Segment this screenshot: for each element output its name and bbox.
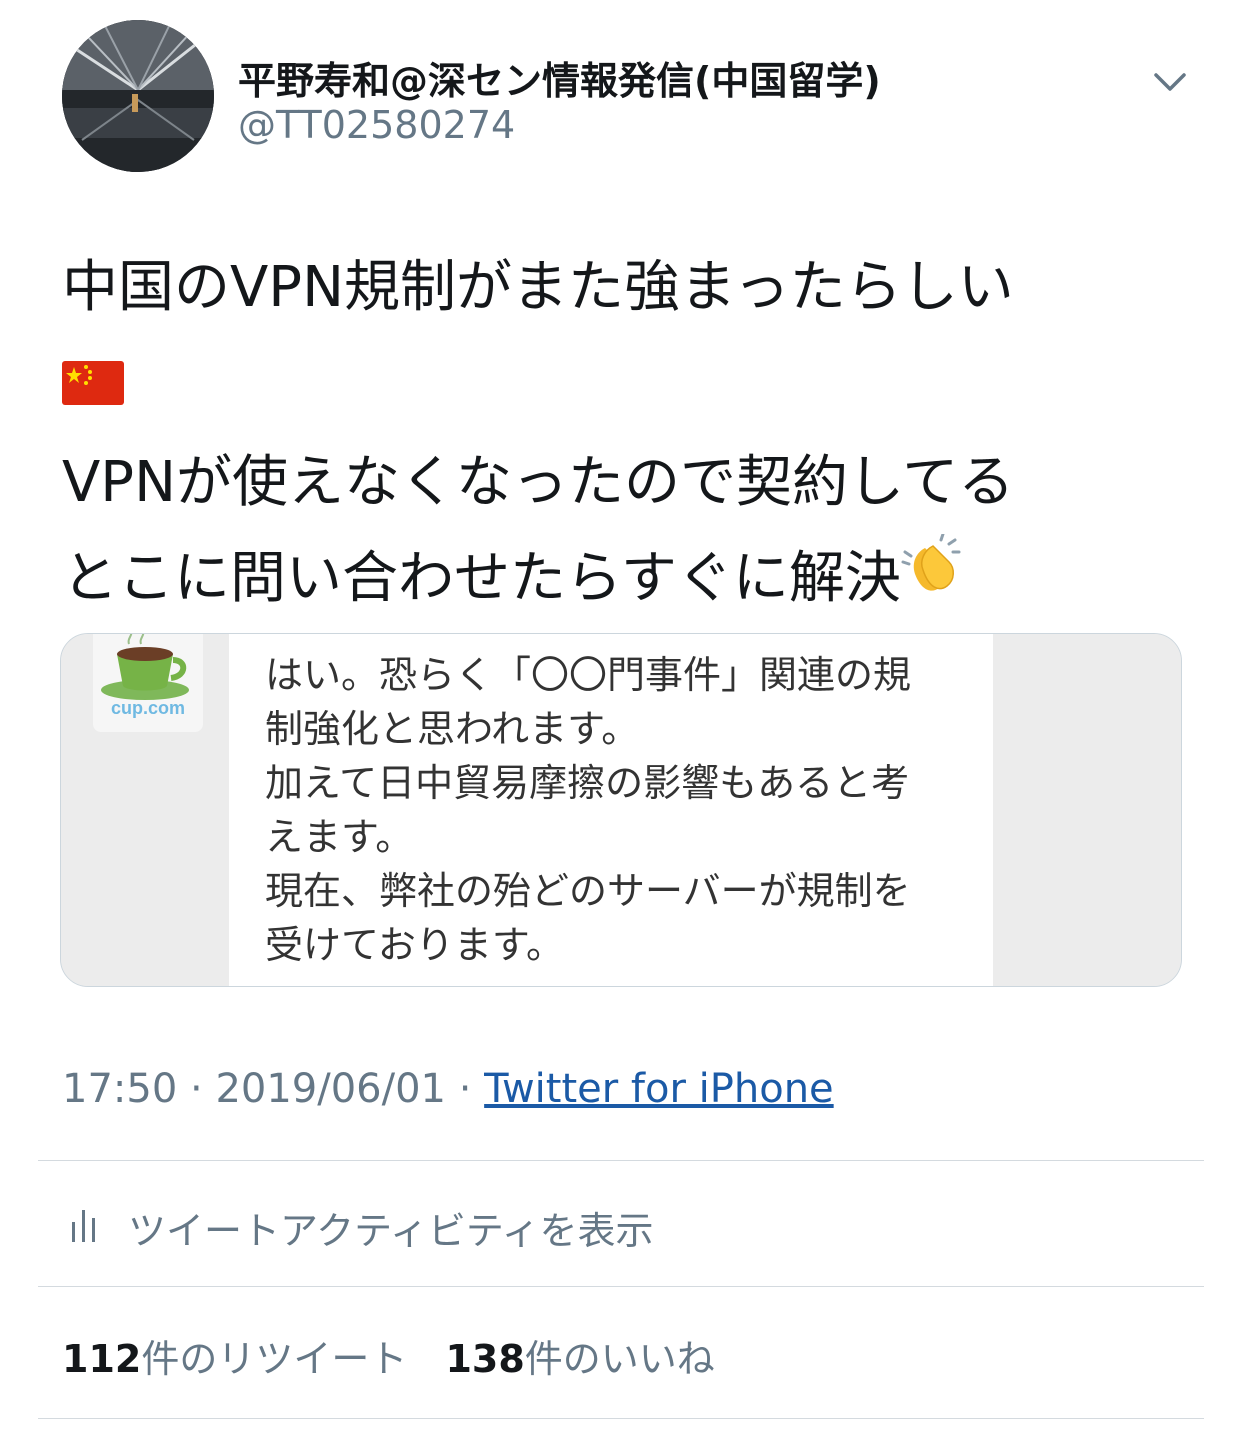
chat-message-line: はい。恐らく「〇〇門事件」関連の規 bbox=[265, 653, 912, 697]
clapping-hands-icon bbox=[901, 532, 967, 630]
chat-message: はい。恐らく「〇〇門事件」関連の規 制強化と思われます。 加えて日中貿易摩擦の影… bbox=[265, 648, 985, 972]
tweet-text: 中国のVPN規制がまた強まったらしい VPNが使えなくなったので契約してる とこ… bbox=[62, 240, 1202, 630]
user-handle[interactable]: @TT02580274 bbox=[238, 103, 515, 147]
tweet-line-1: 中国のVPN規制がまた強まったらしい bbox=[62, 255, 1014, 320]
chat-message-line: 受けております。 bbox=[265, 923, 565, 967]
tweet-line-3: VPNが使えなくなったので契約してる bbox=[62, 449, 1015, 515]
tweet-activity-link[interactable]: ツイートアクティビティを表示 bbox=[62, 1196, 1162, 1256]
tweet-source-link[interactable]: Twitter for iPhone bbox=[484, 1066, 834, 1112]
divider bbox=[38, 1418, 1204, 1419]
meta-separator: · bbox=[177, 1066, 216, 1112]
tweet-stats: 112件のリツイート 138件のいいね bbox=[62, 1328, 741, 1383]
tweet-activity-label: ツイートアクティビティを表示 bbox=[128, 1209, 654, 1253]
cup-logo-text: cup.com bbox=[110, 698, 185, 718]
likes-count: 138 bbox=[445, 1337, 525, 1381]
divider bbox=[38, 1160, 1204, 1161]
tweet-image[interactable]: cup.com はい。恐らく「〇〇門事件」関連の規 制強化と思われます。 加えて… bbox=[60, 633, 1182, 987]
tweet-line-4-text: とこに問い合わせたらすぐに解決 bbox=[62, 545, 901, 611]
avatar[interactable] bbox=[62, 20, 214, 172]
chat-message-line: 加えて日中貿易摩擦の影響もあると考 bbox=[265, 761, 910, 805]
meta-separator: · bbox=[445, 1066, 485, 1112]
retweets-count: 112 bbox=[62, 1337, 142, 1381]
chat-message-line: 制強化と思われます。 bbox=[265, 707, 640, 751]
chevron-down-icon[interactable] bbox=[1150, 62, 1190, 102]
avatar-photo-icon bbox=[62, 20, 214, 172]
display-name[interactable]: 平野寿和@深セン情報発信(中国留学) bbox=[238, 50, 881, 105]
chat-bubble: はい。恐らく「〇〇門事件」関連の規 制強化と思われます。 加えて日中貿易摩擦の影… bbox=[229, 634, 993, 986]
tweet-header: 平野寿和@深セン情報発信(中国留学) @TT02580274 bbox=[62, 20, 1212, 180]
tweet-line-2 bbox=[62, 336, 1202, 435]
retweets-stat[interactable]: 112件のリツイート bbox=[62, 1328, 407, 1383]
chat-message-line: 現在、弊社の殆どのサーバーが規制を bbox=[265, 869, 911, 913]
chat-message-line: えます。 bbox=[265, 815, 414, 859]
retweets-label: 件のリツイート bbox=[141, 1337, 408, 1381]
cup-logo: cup.com bbox=[93, 634, 203, 732]
likes-stat[interactable]: 138件のいいね bbox=[445, 1328, 714, 1383]
tweet-date: 2019/06/01 bbox=[215, 1066, 446, 1112]
tweet-line-4: とこに問い合わせたらすぐに解決 bbox=[62, 531, 1202, 630]
image-left-column: cup.com bbox=[61, 634, 229, 986]
likes-label: 件のいいね bbox=[524, 1337, 715, 1381]
tweet-time: 17:50 bbox=[62, 1066, 178, 1112]
china-flag-icon bbox=[62, 339, 124, 435]
analytics-bars-icon bbox=[68, 1210, 100, 1242]
image-right-column bbox=[993, 634, 1181, 986]
tweet-meta: 17:50 · 2019/06/01 · Twitter for iPhone bbox=[62, 1066, 834, 1112]
divider bbox=[38, 1286, 1204, 1287]
cup-icon bbox=[101, 634, 189, 700]
